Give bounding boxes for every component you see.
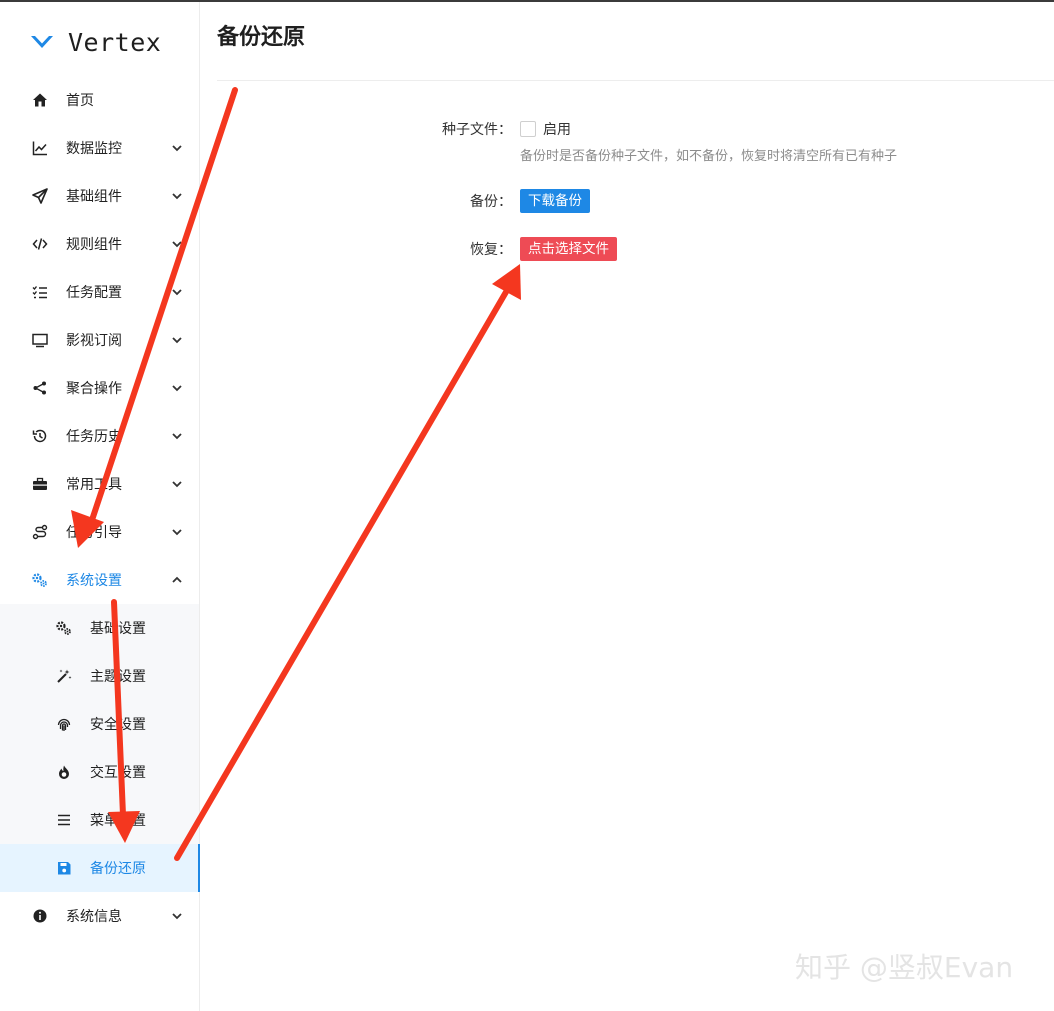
sidebar-subitem-label: 基础设置 bbox=[90, 621, 146, 637]
download-backup-button[interactable]: 下载备份 bbox=[520, 189, 590, 213]
sidebar-item-base-components[interactable]: 基础组件 bbox=[0, 172, 199, 220]
restore-field: 点击选择文件 bbox=[520, 237, 617, 261]
chevron-up-icon bbox=[172, 576, 182, 583]
chevron-down-icon bbox=[172, 433, 182, 440]
sidebar-item-label: 任务历史 bbox=[66, 429, 122, 445]
sidebar-subitem-label: 主题设置 bbox=[90, 669, 146, 685]
sidebar-item-label: 数据监控 bbox=[66, 141, 122, 157]
toolbox-icon bbox=[31, 475, 49, 493]
torrent-file-field: 启用 备份时是否备份种子文件，如不备份，恢复时将清空所有已有种子 bbox=[520, 119, 897, 164]
sidebar-item-label: 系统信息 bbox=[66, 909, 122, 925]
backup-label: 备份： bbox=[470, 194, 512, 210]
sidebar-item-label: 任务配置 bbox=[66, 285, 122, 301]
sidebar-item-label: 规则组件 bbox=[66, 237, 122, 253]
sidebar-item-label: 基础组件 bbox=[66, 189, 122, 205]
magic-wand-icon bbox=[55, 667, 73, 685]
sidebar-subitem-security-settings[interactable]: 安全设置 bbox=[0, 700, 199, 748]
chevron-down-icon bbox=[172, 385, 182, 392]
fingerprint-icon bbox=[55, 715, 73, 733]
sidebar-item-rule-components[interactable]: 规则组件 bbox=[0, 220, 199, 268]
sidebar-item-label: 常用工具 bbox=[66, 477, 122, 493]
line-chart-icon bbox=[31, 139, 49, 157]
backup-field: 下载备份 bbox=[520, 189, 590, 213]
checkbox-label: 启用 bbox=[543, 122, 571, 138]
sidebar-subitem-menu-settings[interactable]: 菜单设置 bbox=[0, 796, 199, 844]
sidebar-item-system-settings[interactable]: 系统设置 bbox=[0, 556, 199, 604]
sidebar-item-label: 首页 bbox=[66, 93, 94, 109]
sidebar-item-video-subscription[interactable]: 影视订阅 bbox=[0, 316, 199, 364]
app-logo[interactable]: Vertex bbox=[30, 26, 161, 58]
sidebar-subitem-basic-settings[interactable]: 基础设置 bbox=[0, 604, 199, 652]
gears-icon bbox=[31, 571, 49, 589]
monitor-icon bbox=[31, 331, 49, 349]
chevron-down-icon bbox=[172, 337, 182, 344]
sidebar-subitem-theme-settings[interactable]: 主题设置 bbox=[0, 652, 199, 700]
sidebar-subitem-label: 交互设置 bbox=[90, 765, 146, 781]
sidebar-item-label: 任务引导 bbox=[66, 525, 122, 541]
page-title: 备份还原 bbox=[217, 25, 306, 50]
torrent-file-checkbox[interactable] bbox=[520, 121, 536, 137]
sidebar-item-label: 影视订阅 bbox=[66, 333, 122, 349]
sidebar-item-data-monitor[interactable]: 数据监控 bbox=[0, 124, 199, 172]
chevron-down-icon bbox=[172, 241, 182, 248]
sidebar-item-system-info[interactable]: 系统信息 bbox=[0, 892, 199, 940]
chevron-down-icon bbox=[172, 193, 182, 200]
sidebar-item-common-tools[interactable]: 常用工具 bbox=[0, 460, 199, 508]
chevron-down-icon bbox=[172, 913, 182, 920]
sidebar-subitem-label: 备份还原 bbox=[90, 861, 146, 877]
sidebar-subitem-backup-restore[interactable]: 备份还原 bbox=[0, 844, 200, 892]
sidebar-item-label: 系统设置 bbox=[66, 573, 122, 589]
choose-file-button[interactable]: 点击选择文件 bbox=[520, 237, 617, 261]
code-icon bbox=[31, 235, 49, 253]
history-icon bbox=[31, 427, 49, 445]
chevron-down-icon bbox=[172, 289, 182, 296]
bars-icon bbox=[55, 811, 73, 829]
gears-icon bbox=[55, 619, 73, 637]
vertex-chevron-logo-icon bbox=[31, 36, 53, 48]
sidebar-subitem-label: 菜单设置 bbox=[90, 813, 146, 829]
share-nodes-icon bbox=[31, 379, 49, 397]
info-icon bbox=[31, 907, 49, 925]
sidebar-item-label: 聚合操作 bbox=[66, 381, 122, 397]
sidebar-menu: 首页 数据监控 基础组件 规则组件 任务配置 影视订阅 聚合操作 任务历史 常用… bbox=[0, 76, 200, 940]
sidebar-item-task-guide[interactable]: 任务引导 bbox=[0, 508, 199, 556]
chevron-down-icon bbox=[172, 529, 182, 536]
sidebar-item-home[interactable]: 首页 bbox=[0, 76, 199, 124]
watermark: 知乎 @竖叔Evan bbox=[795, 951, 1014, 984]
chevron-down-icon bbox=[172, 145, 182, 152]
sidebar-subitem-interaction-settings[interactable]: 交互设置 bbox=[0, 748, 199, 796]
paper-plane-icon bbox=[31, 187, 49, 205]
torrent-file-checkbox-wrap[interactable]: 启用 bbox=[520, 119, 897, 139]
sidebar-item-task-config[interactable]: 任务配置 bbox=[0, 268, 199, 316]
checklist-icon bbox=[31, 283, 49, 301]
app-name: Vertex bbox=[68, 27, 162, 57]
sidebar-subitem-label: 安全设置 bbox=[90, 717, 146, 733]
sidebar: Vertex 首页 数据监控 基础组件 规则组件 任务配置 影视订阅 聚合操作 … bbox=[0, 2, 200, 1011]
floppy-icon bbox=[55, 859, 73, 877]
sidebar-item-task-history[interactable]: 任务历史 bbox=[0, 412, 199, 460]
sidebar-item-aggregate-ops[interactable]: 聚合操作 bbox=[0, 364, 199, 412]
restore-label: 恢复： bbox=[470, 242, 512, 258]
system-settings-submenu: 基础设置 主题设置 安全设置 交互设置 菜单设置 备份还原 bbox=[0, 604, 200, 892]
route-icon bbox=[31, 523, 49, 541]
fire-icon bbox=[55, 763, 73, 781]
torrent-file-hint: 备份时是否备份种子文件，如不备份，恢复时将清空所有已有种子 bbox=[520, 149, 898, 164]
chevron-down-icon bbox=[172, 481, 182, 488]
torrent-file-label: 种子文件： bbox=[442, 122, 512, 138]
home-icon bbox=[31, 91, 49, 109]
main-content: 备份还原 种子文件： 启用 备份时是否备份种子文件，如不备份，恢复时将清空所有已… bbox=[200, 2, 1054, 1011]
title-divider bbox=[217, 80, 1054, 81]
